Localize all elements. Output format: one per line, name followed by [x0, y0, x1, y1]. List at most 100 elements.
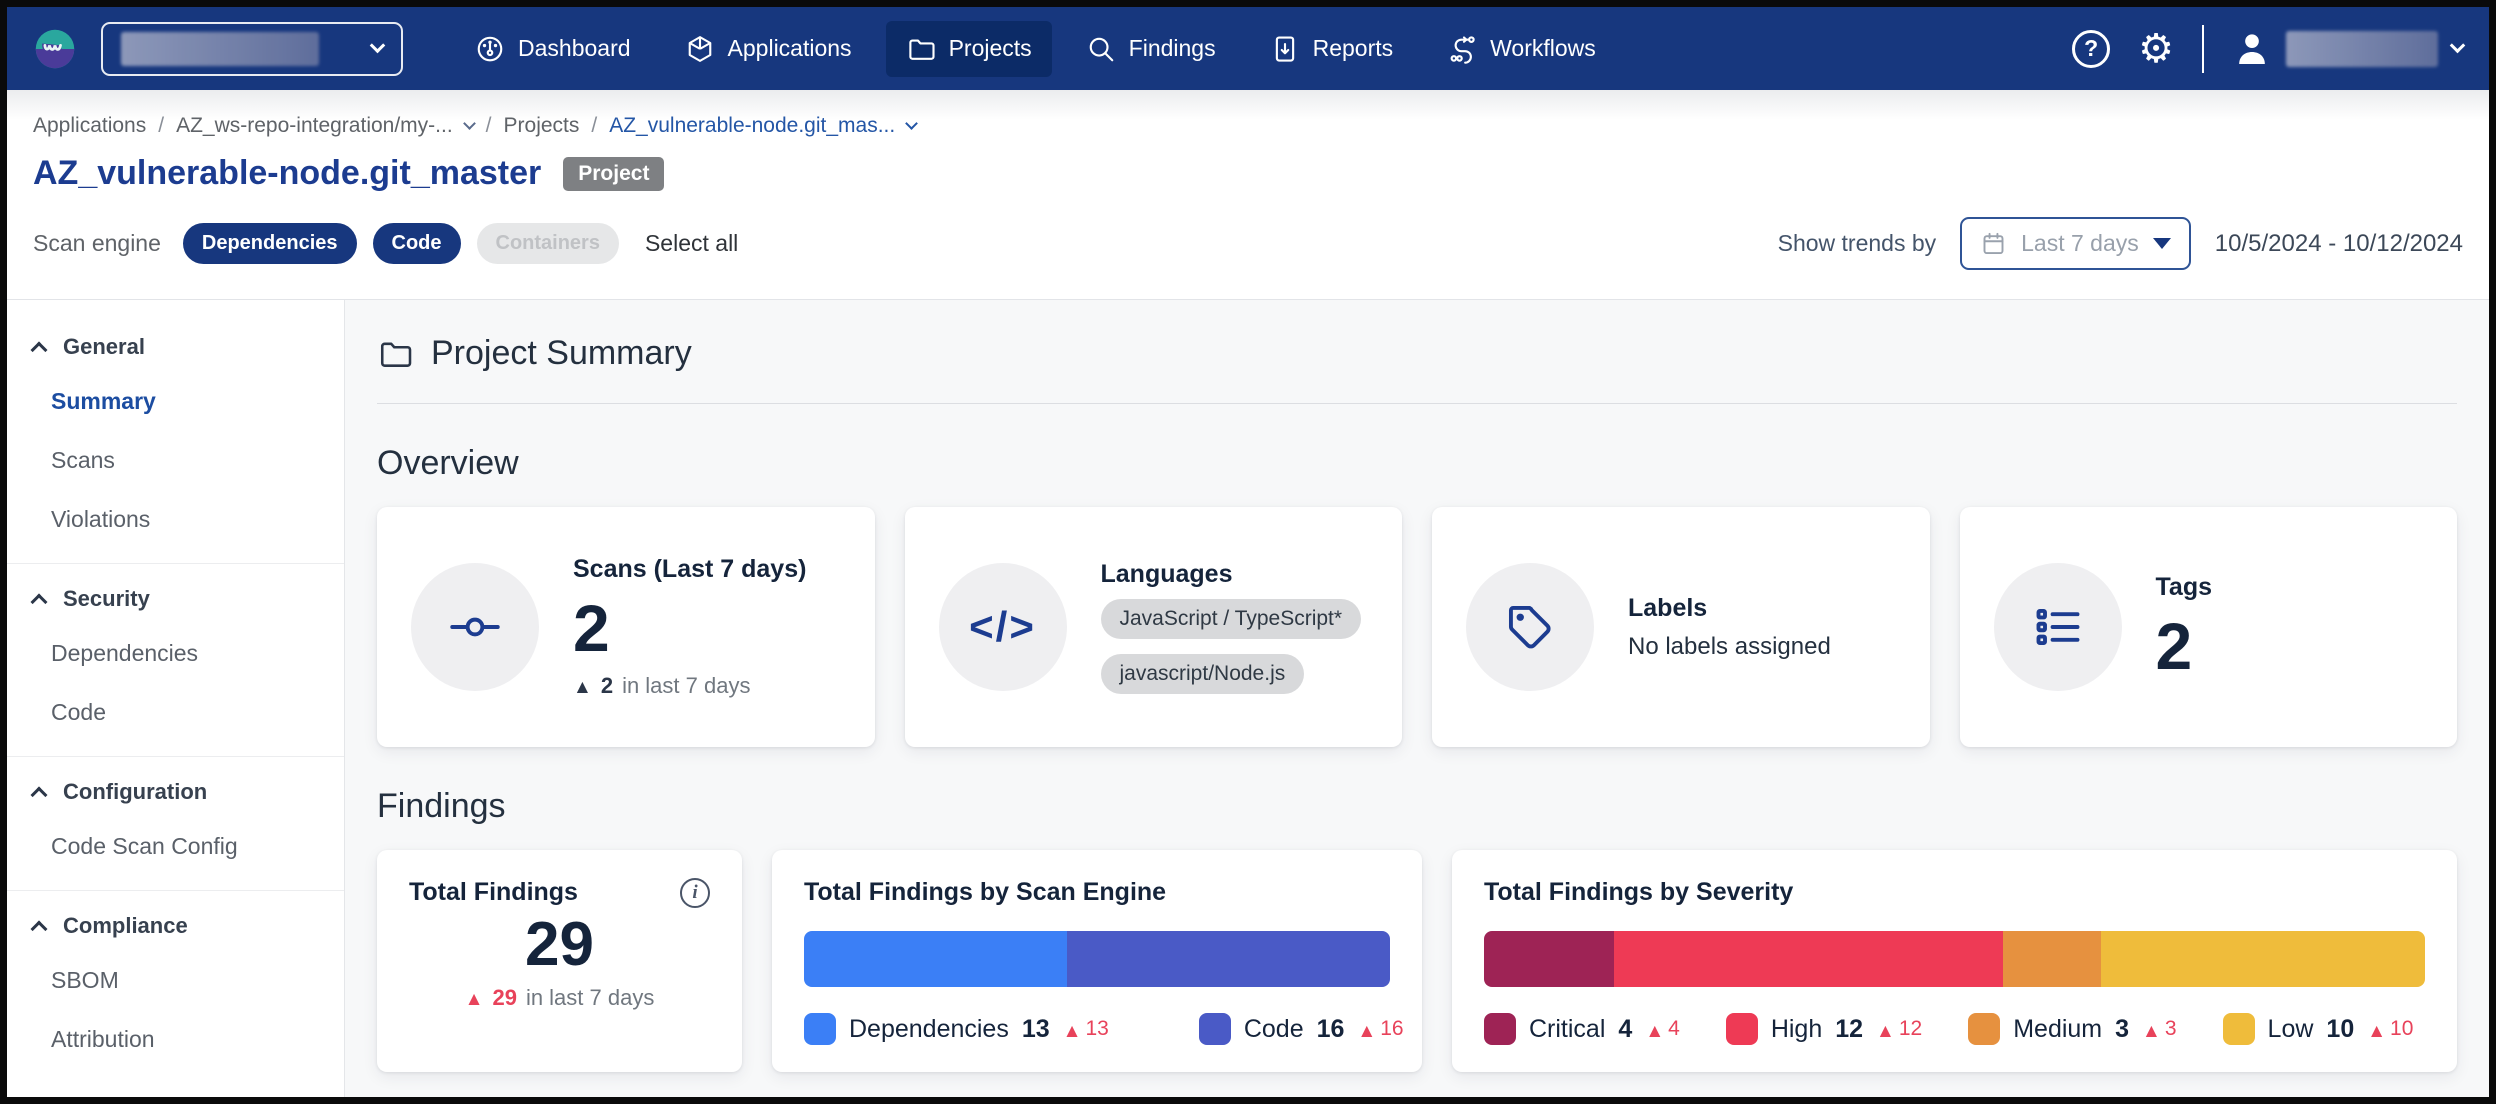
trend-value: 12 [1899, 1017, 1922, 1041]
bar-segment-critical[interactable] [1484, 931, 1614, 987]
card-title: Scans (Last 7 days) [573, 555, 806, 584]
sidebar-item-dependencies[interactable]: Dependencies [7, 624, 344, 683]
applications-cube-icon [685, 34, 715, 64]
labels-card: Labels No labels assigned [1432, 507, 1930, 747]
nav-item-reports[interactable]: Reports [1250, 21, 1414, 77]
mend-logo [33, 27, 77, 71]
findings-cards: Total Findings i 29 29 in last 7 days To… [377, 850, 2457, 1072]
legend-count: 10 [2326, 1015, 2354, 1044]
sidebar-item-code[interactable]: Code [7, 683, 344, 742]
breadcrumb: Applications / AZ_ws-repo-integration/my… [33, 114, 2463, 138]
severity-stacked-bar [1484, 931, 2425, 987]
legend-trend: 3 [2142, 1015, 2177, 1044]
trend-up-icon [2367, 1015, 2386, 1044]
card-title: Labels [1628, 594, 1831, 623]
breadcrumb-projects[interactable]: Projects [504, 114, 580, 138]
chip-containers[interactable]: Containers [477, 223, 619, 264]
chevron-down-icon[interactable] [463, 117, 476, 130]
nav-item-applications[interactable]: Applications [665, 21, 872, 77]
legend-item-high: High 12 12 [1726, 1013, 1922, 1045]
dashboard-gauge-icon [475, 34, 505, 64]
nav-item-findings[interactable]: Findings [1066, 21, 1236, 77]
trend-up-icon [465, 985, 484, 1011]
legend-swatch [1968, 1013, 2000, 1045]
projects-folder-icon [906, 34, 936, 64]
legend-label: Critical [1529, 1015, 1605, 1044]
nav-item-projects[interactable]: Projects [886, 21, 1052, 77]
legend-trend: 12 [1876, 1015, 1922, 1044]
sidebar-item-code-scan-config[interactable]: Code Scan Config [7, 817, 344, 876]
info-icon[interactable]: i [680, 878, 710, 908]
legend-label: Dependencies [849, 1015, 1009, 1044]
nav-label: Findings [1129, 35, 1216, 62]
tags-value: 2 [2156, 612, 2213, 681]
trend-value: 4 [1668, 1017, 1680, 1041]
trend-value: 16 [1380, 1017, 1403, 1041]
bar-segment-low[interactable] [2101, 931, 2425, 987]
organization-selector[interactable] [101, 22, 403, 76]
bar-segment-high[interactable] [1614, 931, 2003, 987]
bar-segment-dependencies[interactable] [804, 931, 1067, 987]
sidebar-group-header-configuration[interactable]: Configuration [7, 767, 344, 817]
chevron-up-icon [31, 786, 48, 803]
trend-up-icon [2142, 1015, 2161, 1044]
sidebar-group-configuration: Configuration Code Scan Config [7, 767, 344, 891]
trend-up-icon [1063, 1015, 1082, 1044]
chevron-down-icon [2450, 38, 2466, 54]
tag-icon [1504, 601, 1556, 653]
nav-item-dashboard[interactable]: Dashboard [455, 21, 651, 77]
chip-dependencies[interactable]: Dependencies [183, 223, 357, 264]
total-findings-card: Total Findings i 29 29 in last 7 days [377, 850, 742, 1072]
chevron-down-icon[interactable] [905, 117, 918, 130]
sidebar-group-header-general[interactable]: General [7, 322, 344, 372]
commit-scan-icon [449, 601, 501, 653]
group-label: General [63, 334, 145, 360]
topbar-actions: ? ⚙ [2072, 25, 2463, 73]
select-all-link[interactable]: Select all [645, 230, 738, 257]
trend-suffix: in last 7 days [622, 673, 750, 699]
help-glyph: ? [2084, 35, 2098, 62]
legend-label: High [1771, 1015, 1822, 1044]
breadcrumb-applications[interactable]: Applications [33, 114, 146, 138]
nav-item-workflows[interactable]: Workflows [1427, 21, 1616, 77]
sidebar-item-summary[interactable]: Summary [7, 372, 344, 431]
legend-label: Low [2268, 1015, 2314, 1044]
legend-label: Medium [2013, 1015, 2102, 1044]
breadcrumb-project-name[interactable]: AZ_vulnerable-node.git_mas... [609, 114, 895, 138]
sidebar-group-header-security[interactable]: Security [7, 574, 344, 624]
sidebar-group-header-compliance[interactable]: Compliance [7, 901, 344, 951]
sidebar-item-attribution[interactable]: Attribution [7, 1010, 344, 1069]
project-summary-header: Project Summary [377, 334, 2457, 373]
trend-value: 29 [492, 985, 516, 1011]
help-icon[interactable]: ? [2072, 30, 2110, 68]
scans-card: Scans (Last 7 days) 2 2 in last 7 days [377, 507, 875, 747]
language-pills: JavaScript / TypeScript* javascript/Node… [1101, 599, 1362, 694]
breadcrumb-separator: / [486, 114, 492, 138]
sidebar-item-violations[interactable]: Violations [7, 490, 344, 549]
sidebar-item-scans[interactable]: Scans [7, 431, 344, 490]
nav-label: Dashboard [518, 35, 631, 62]
user-menu[interactable] [2232, 29, 2463, 69]
redacted-user-name [2286, 31, 2438, 67]
chip-code[interactable]: Code [373, 223, 461, 264]
scan-engine-label: Scan engine [33, 230, 161, 257]
breadcrumb-application-name[interactable]: AZ_ws-repo-integration/my-... [176, 114, 453, 138]
trend-suffix: in last 7 days [526, 985, 654, 1011]
main-panel: Project Summary Overview Scans (Last 7 d… [345, 300, 2489, 1097]
scans-icon-circle [411, 563, 539, 691]
show-trends-by-label: Show trends by [1778, 230, 1937, 257]
scan-engine-legend: Dependencies 13 13 Code 16 16 [804, 1013, 1390, 1045]
findings-heading: Findings [377, 787, 2457, 826]
bar-segment-medium[interactable] [2003, 931, 2100, 987]
section-divider [377, 403, 2457, 404]
nav-label: Workflows [1490, 35, 1596, 62]
legend-label: Code [1244, 1015, 1304, 1044]
legend-swatch [1484, 1013, 1516, 1045]
nav-label: Projects [949, 35, 1032, 62]
sidebar-item-sbom[interactable]: SBOM [7, 951, 344, 1010]
settings-gear-icon[interactable]: ⚙ [2138, 29, 2174, 69]
trend-period-dropdown[interactable]: Last 7 days [1960, 217, 2191, 270]
legend-trend: 13 [1063, 1015, 1109, 1044]
bar-segment-code[interactable] [1067, 931, 1390, 987]
languages-icon-circle: </> [939, 563, 1067, 691]
